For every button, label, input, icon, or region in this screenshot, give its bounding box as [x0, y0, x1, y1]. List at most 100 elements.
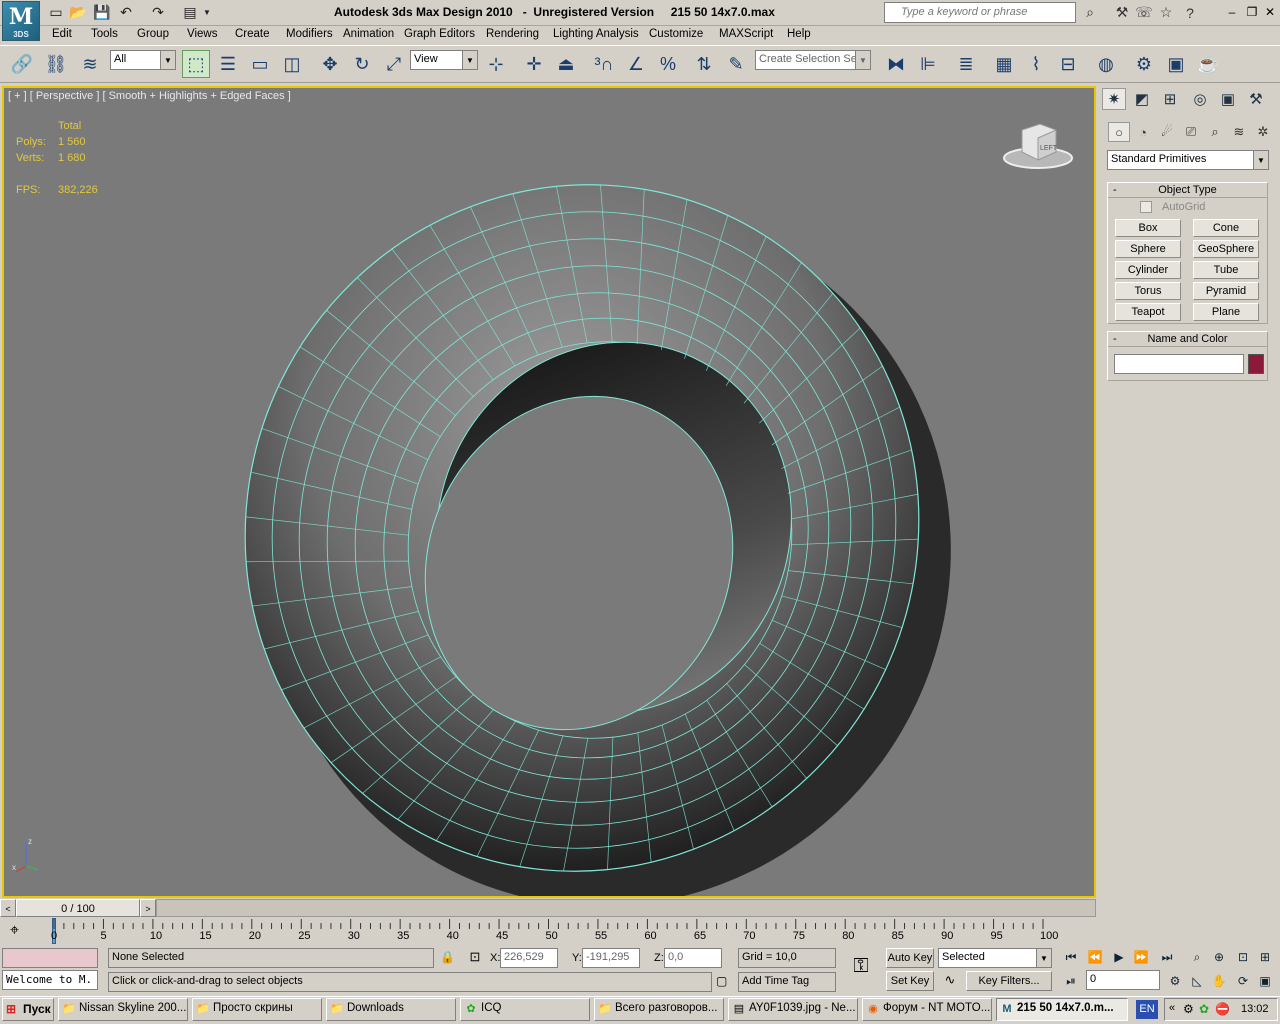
select-manipulate-icon[interactable]: ✛: [520, 50, 548, 78]
layer-manager-icon[interactable]: ≣: [952, 50, 980, 78]
search-binoculars-icon[interactable]: ⌕: [1080, 3, 1100, 22]
menu-tools[interactable]: Tools: [91, 28, 118, 40]
spinner-snap-icon[interactable]: ⇅: [690, 50, 718, 78]
rectangular-selection-icon[interactable]: ▭: [246, 50, 274, 78]
time-tag-icon[interactable]: ▢: [716, 974, 727, 988]
set-keys-key-icon[interactable]: ⚿: [846, 955, 876, 981]
open-file-icon[interactable]: 📂: [68, 3, 88, 21]
display-tab-icon[interactable]: ▣: [1216, 88, 1240, 110]
snaps-toggle-icon[interactable]: ³∩: [590, 50, 618, 78]
tray-antivirus-icon[interactable]: ⛔: [1215, 1002, 1230, 1016]
tray-expand-icon[interactable]: «: [1169, 1002, 1175, 1014]
menu-graph-editors[interactable]: Graph Editors: [404, 28, 475, 40]
sphere-button[interactable]: Sphere: [1115, 240, 1181, 258]
material-editor-icon[interactable]: ◍: [1092, 50, 1120, 78]
perspective-viewport[interactable]: [ + ] [ Perspective ] [ Smooth + Highlig…: [2, 86, 1096, 898]
render-production-icon[interactable]: ☕: [1194, 50, 1222, 78]
taskbar-item-folder-nissan[interactable]: 📁 Nissan Skyline 200...: [58, 998, 188, 1021]
render-setup-icon[interactable]: ⚙: [1130, 50, 1158, 78]
object-type-header[interactable]: - Object Type: [1108, 183, 1267, 198]
bind-space-warp-icon[interactable]: ≋: [76, 50, 104, 78]
new-file-icon[interactable]: ▭: [46, 3, 66, 21]
object-color-swatch[interactable]: [1248, 354, 1264, 374]
modify-tab-icon[interactable]: ◩: [1130, 88, 1154, 110]
menu-group[interactable]: Group: [137, 28, 169, 40]
x-coordinate-field[interactable]: 226,529: [500, 948, 558, 968]
help-icon[interactable]: ?: [1180, 3, 1200, 22]
maximize-viewport-icon[interactable]: ▣: [1254, 970, 1276, 992]
minimize-icon[interactable]: –: [1224, 4, 1240, 20]
geosphere-button[interactable]: GeoSphere: [1193, 240, 1259, 258]
time-slider-thumb[interactable]: 0 / 100: [16, 899, 140, 917]
utilities-tab-icon[interactable]: ⚒: [1244, 88, 1268, 110]
pyramid-button[interactable]: Pyramid: [1193, 282, 1259, 300]
taskbar-item-folder-screens[interactable]: 📁 Просто скрины: [192, 998, 322, 1021]
previous-frame-icon[interactable]: ⏪: [1084, 946, 1106, 968]
rendered-frame-window-icon[interactable]: ▣: [1162, 50, 1190, 78]
geometry-category-icon[interactable]: ○: [1108, 122, 1130, 142]
named-selection-set-dropdown[interactable]: Create Selection Se ▼: [755, 50, 871, 70]
next-frame-icon[interactable]: ⏩: [1130, 946, 1152, 968]
menu-edit[interactable]: Edit: [52, 28, 72, 40]
go-to-end-icon[interactable]: ⏭: [1156, 946, 1178, 968]
mini-curve-editor-icon[interactable]: ⌖: [10, 922, 32, 942]
tray-network-icon[interactable]: ⚙: [1183, 1002, 1194, 1016]
key-filters-button[interactable]: Key Filters...: [966, 971, 1052, 991]
menu-maxscript[interactable]: MAXScript: [719, 28, 773, 40]
go-to-start-icon[interactable]: ⏮: [1060, 946, 1082, 968]
taskbar-item-icq[interactable]: ✿ ICQ: [460, 998, 590, 1021]
object-category-dropdown[interactable]: Standard Primitives ▼: [1107, 150, 1269, 170]
cylinder-button[interactable]: Cylinder: [1115, 261, 1181, 279]
graphite-modeling-icon[interactable]: ▦: [990, 50, 1018, 78]
lights-category-icon[interactable]: ☄: [1156, 122, 1178, 142]
default-tangents-icon[interactable]: ∿: [940, 972, 960, 992]
absolute-mode-transform-icon[interactable]: ⊡: [466, 949, 484, 967]
keyboard-shortcut-override-icon[interactable]: ⏏: [552, 50, 580, 78]
menu-help[interactable]: Help: [787, 28, 811, 40]
z-coordinate-field[interactable]: 0,0: [664, 948, 722, 968]
menu-rendering[interactable]: Rendering: [486, 28, 539, 40]
orbit-icon[interactable]: ⟳: [1232, 970, 1254, 992]
select-and-rotate-icon[interactable]: ↻: [348, 50, 376, 78]
menu-create[interactable]: Create: [235, 28, 270, 40]
helpers-category-icon[interactable]: ⌕: [1204, 122, 1226, 142]
taskbar-item-chat[interactable]: 📁 Всего разговоров...: [594, 998, 724, 1021]
unlink-icon[interactable]: ⛓: [42, 50, 70, 78]
taskbar-item-3dsmax[interactable]: M 215 50 14x7.0.m...: [996, 998, 1128, 1021]
cameras-category-icon[interactable]: ⎚: [1180, 122, 1202, 142]
curve-editor-icon[interactable]: ⌇: [1022, 50, 1050, 78]
zoom-icon[interactable]: ⌕: [1186, 946, 1208, 968]
shapes-category-icon[interactable]: ◔: [1132, 122, 1154, 142]
create-tab-icon[interactable]: ✷: [1102, 88, 1126, 110]
mirror-icon[interactable]: ⧓: [882, 50, 910, 78]
hierarchy-tab-icon[interactable]: ⊞: [1158, 88, 1182, 110]
lock-selection-icon[interactable]: 🔒: [440, 950, 455, 964]
play-icon[interactable]: ▶: [1108, 946, 1130, 968]
language-indicator[interactable]: EN: [1136, 1000, 1158, 1019]
project-folder-icon[interactable]: ▤: [180, 3, 200, 21]
selection-filter-dropdown[interactable]: All ▼: [110, 50, 176, 70]
tire-mesh[interactable]: [4, 88, 1094, 896]
align-icon[interactable]: ⊫: [914, 50, 942, 78]
menu-modifiers[interactable]: Modifiers: [286, 28, 333, 40]
cone-button[interactable]: Cone: [1193, 219, 1259, 237]
edit-named-selection-icon[interactable]: ✎: [722, 50, 750, 78]
plane-button[interactable]: Plane: [1193, 303, 1259, 321]
percent-snap-icon[interactable]: %: [654, 50, 682, 78]
zoom-extents-all-icon[interactable]: ⊞: [1254, 946, 1276, 968]
time-next-icon[interactable]: >: [140, 899, 156, 917]
quick-access-dropdown-icon[interactable]: ▼: [200, 3, 214, 21]
set-key-button[interactable]: Set Key: [886, 971, 934, 991]
box-button[interactable]: Box: [1115, 219, 1181, 237]
teapot-button[interactable]: Teapot: [1115, 303, 1181, 321]
select-object-icon[interactable]: ⬚: [182, 50, 210, 78]
select-and-move-icon[interactable]: ✥: [316, 50, 344, 78]
maxscript-mini-listener-top[interactable]: [2, 948, 98, 968]
taskbar-item-downloads[interactable]: 📁 Downloads: [326, 998, 456, 1021]
auto-key-button[interactable]: Auto Key: [886, 948, 934, 968]
time-configuration-icon[interactable]: ⚙: [1164, 970, 1186, 992]
restore-icon[interactable]: ❐: [1244, 4, 1260, 20]
pan-view-icon[interactable]: ✋: [1208, 970, 1230, 992]
menu-views[interactable]: Views: [187, 28, 217, 40]
tube-button[interactable]: Tube: [1193, 261, 1259, 279]
